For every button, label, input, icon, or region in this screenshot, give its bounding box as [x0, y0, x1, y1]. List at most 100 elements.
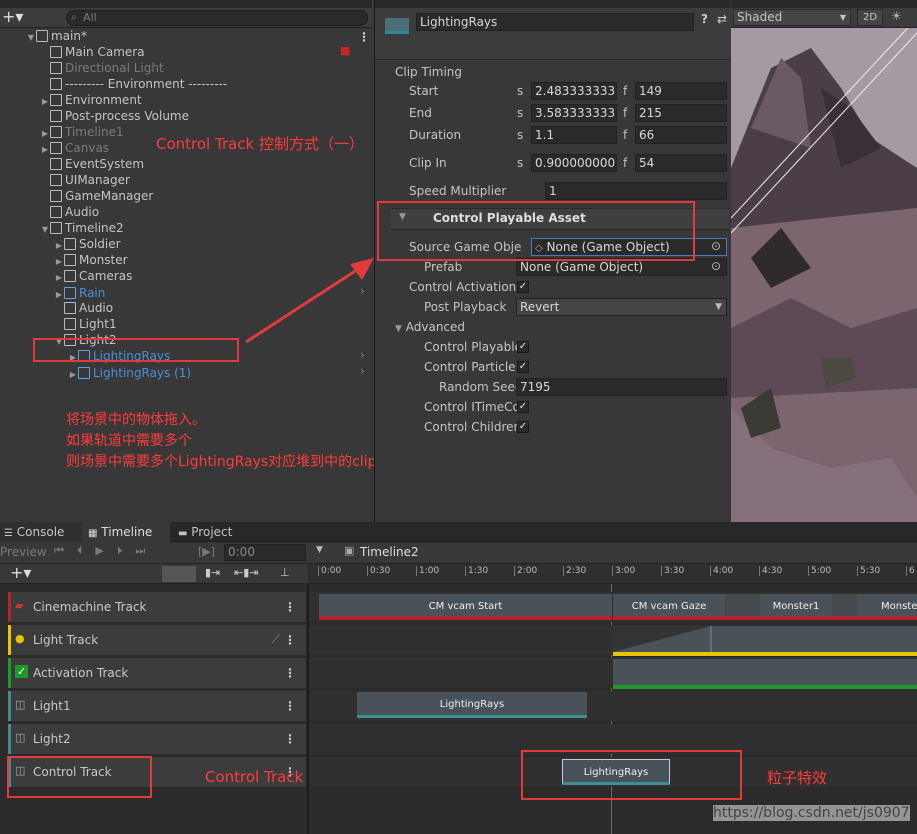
expand-arrow-icon[interactable]: ▶ — [54, 270, 64, 286]
speed-multiplier-field[interactable]: 1 — [545, 182, 727, 200]
track-toolbar: +▾ ▮⇥ ⇤▮⇥ ⊥ — [0, 563, 308, 584]
hierarchy-item[interactable]: Light1 — [54, 316, 117, 332]
ripple-icon[interactable]: ▮⇥ — [205, 566, 220, 579]
track-menu-icon[interactable]: ⋮ — [284, 625, 296, 655]
replace-icon[interactable]: ⇤▮⇥ — [234, 566, 259, 579]
advanced-option-checkbox[interactable]: ✓ — [517, 361, 529, 373]
prefab-picker-icon[interactable]: ⊙ — [711, 259, 721, 273]
timing-label: Clip In — [409, 156, 447, 170]
advanced-option-checkbox[interactable]: ✓ — [517, 421, 529, 433]
hierarchy-item[interactable]: ▶ Soldier — [54, 236, 121, 252]
advanced-option-checkbox[interactable]: ✓ — [517, 401, 529, 413]
hierarchy-item[interactable]: ▼ Timeline2 — [40, 220, 124, 236]
play-range-icon[interactable]: [▶] — [198, 545, 215, 558]
track-menu-icon[interactable]: ⋮ — [284, 592, 296, 622]
random-seed-field[interactable]: 7195 — [516, 378, 727, 396]
gameobject-icon — [50, 190, 62, 202]
tab-console-label: Console — [16, 525, 65, 539]
track-header[interactable]: ✓ Activation Track ⋮ — [8, 658, 306, 688]
track-name: Light1 — [33, 699, 71, 713]
add-icon[interactable]: +▾ — [2, 8, 23, 26]
pin-icon[interactable]: ⊥ — [280, 566, 290, 579]
lightingrays1-expand-icon[interactable]: › — [360, 364, 365, 378]
object-picker-icon[interactable]: ⊙ — [711, 239, 721, 253]
help-icon[interactable]: ? — [701, 12, 708, 26]
tab-console[interactable]: ☰ Console — [0, 522, 82, 542]
tab-project[interactable]: ▬ Project — [172, 522, 262, 542]
timing-seconds-field[interactable]: 1.1 — [531, 126, 617, 144]
track-header[interactable]: ◫ Light1 ⋮ — [8, 691, 306, 721]
add-track-icon[interactable]: +▾ — [10, 563, 31, 582]
unit-s-label: s — [517, 156, 524, 170]
settings-icon[interactable]: ⇄ — [717, 12, 727, 26]
track-menu-icon[interactable]: ⋮ — [284, 724, 296, 754]
hierarchy-item[interactable]: ▶ Environment — [40, 92, 142, 108]
hierarchy-item-label: Light1 — [79, 317, 117, 331]
lightingrays-expand-icon[interactable]: › — [360, 348, 365, 362]
hierarchy-item[interactable]: GameManager — [40, 188, 153, 204]
clip-light1-lightingrays[interactable]: LightingRays — [357, 692, 587, 718]
hierarchy-item[interactable]: --------- Environment --------- — [40, 76, 227, 92]
timing-frames-field[interactable]: 215 — [635, 104, 727, 122]
control-activation-checkbox[interactable]: ✓ — [517, 281, 529, 293]
clip-monster1[interactable]: Monster1 — [760, 594, 832, 620]
expand-arrow-icon[interactable]: ▼ — [40, 222, 50, 238]
hierarchy-item[interactable]: Audio — [54, 300, 113, 316]
hierarchy-item-label: Audio — [79, 301, 114, 315]
timing-seconds-field[interactable]: 0.900000000 — [531, 154, 617, 172]
hierarchy-item[interactable]: Directional Light — [40, 60, 164, 76]
hierarchy-item[interactable]: ▶ Canvas — [40, 140, 109, 156]
hierarchy-item[interactable]: ▶ Cameras — [54, 268, 132, 284]
time-ruler[interactable]: 0:00 0:30 1:00 1:30 2:00 2:30 3:00 3:30 4:00 4:30… — [309, 564, 917, 584]
hierarchy-item[interactable]: Main Camera — [40, 44, 145, 60]
advanced-foldout[interactable]: ▼ Advanced — [395, 318, 465, 336]
post-playback-dropdown[interactable]: Revert ▼ — [516, 298, 727, 316]
timeline-breadcrumb[interactable]: Timeline2 — [360, 545, 419, 559]
shading-dropdown[interactable]: Shaded ▼ — [733, 9, 851, 26]
clip-monster-cut[interactable]: Monste — [857, 594, 917, 620]
mode-2d-button[interactable]: 2D — [857, 9, 883, 26]
track-menu-icon[interactable]: ⋮ — [284, 658, 296, 688]
timing-frames-field[interactable]: 54 — [635, 154, 727, 172]
hierarchy-item[interactable]: ▶ LightingRays (1) — [68, 365, 191, 381]
track-menu-icon[interactable]: ⋮ — [284, 691, 296, 721]
timing-seconds-field[interactable]: 2.483333333 — [531, 82, 617, 100]
light-toggle-icon[interactable]: ☀ — [891, 9, 902, 23]
preview-toggle[interactable]: Preview — [0, 545, 47, 559]
hierarchy-item[interactable]: ▶ Timeline1 — [40, 124, 124, 140]
unit-s-label: s — [517, 84, 524, 98]
hierarchy-item[interactable]: UIManager — [40, 172, 130, 188]
snap-button[interactable] — [162, 566, 196, 582]
clip-blend-2[interactable] — [832, 594, 857, 620]
scene-tab-strip — [731, 0, 917, 8]
scene-viewport[interactable] — [731, 28, 917, 522]
hierarchy-item[interactable]: EventSystem — [40, 156, 144, 172]
hierarchy-search-input[interactable]: ⌕ All — [66, 10, 368, 26]
hierarchy-item[interactable]: Post-process Volume — [40, 108, 189, 124]
curve-icon[interactable]: ⟋ — [272, 632, 280, 647]
clip-blend-1[interactable] — [725, 594, 760, 620]
scene-menu-icon[interactable]: ⋮ — [358, 30, 370, 44]
hierarchy-item[interactable]: ▶ Rain — [54, 285, 105, 301]
time-field[interactable]: 0:00 — [224, 544, 306, 561]
clip-cm-vcam-gaze[interactable]: CM vcam Gaze — [613, 594, 725, 620]
timing-seconds-field[interactable]: 3.583333333 — [531, 104, 617, 122]
track-header[interactable]: ● Light Track ⋮ ⟋ — [8, 625, 306, 655]
timing-frames-field[interactable]: 66 — [635, 126, 727, 144]
asset-dropdown-icon[interactable]: ▼ — [316, 545, 323, 555]
clip-activation[interactable] — [613, 659, 917, 689]
expand-arrow-icon[interactable]: ▶ — [68, 367, 78, 383]
timing-frames-field[interactable]: 149 — [635, 82, 727, 100]
tab-timeline[interactable]: ▦ Timeline — [82, 522, 170, 542]
object-name-field[interactable]: LightingRays — [416, 13, 694, 31]
hierarchy-item[interactable]: ▼ main* — [26, 28, 87, 44]
light-clip-ramp[interactable] — [613, 626, 917, 656]
playback-controls[interactable]: ⏮⏴▶⏵⏭ — [54, 544, 158, 558]
hierarchy-item[interactable]: ▶ Monster — [54, 252, 128, 268]
advanced-option-checkbox[interactable]: ✓ — [517, 341, 529, 353]
track-header[interactable]: ◫ Light2 ⋮ — [8, 724, 306, 754]
hierarchy-item[interactable]: Audio — [40, 204, 99, 220]
clip-cm-vcam-start[interactable]: CM vcam Start — [319, 594, 612, 620]
expand-arrow-icon[interactable]: ▼ — [26, 30, 36, 46]
track-header[interactable]: ▰ Cinemachine Track ⋮ — [8, 592, 306, 622]
